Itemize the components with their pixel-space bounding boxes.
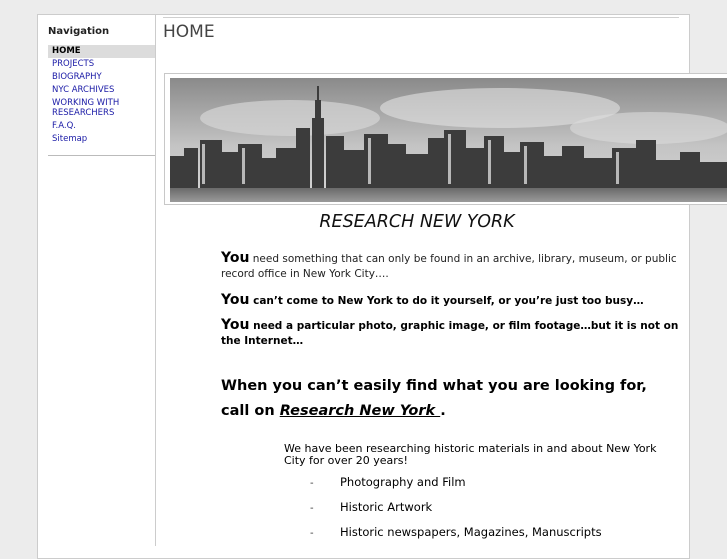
- you-item-2: You can’t come to New York to do it your…: [221, 293, 681, 309]
- sidebar: Navigation HOME PROJECTS BIOGRAPHY NYC A…: [38, 15, 156, 546]
- you-text: need something that can only be found in…: [221, 253, 677, 280]
- callout-line-2: call on Research New York .: [221, 399, 681, 424]
- service-label: Historic newspapers, Magazines, Manuscri…: [340, 525, 602, 539]
- nav-item-biography[interactable]: BIOGRAPHY: [48, 71, 155, 84]
- you-text: can’t come to New York to do it yourself…: [249, 295, 644, 307]
- page-title: HOME: [163, 22, 215, 42]
- nav-item-sitemap[interactable]: Sitemap: [48, 133, 155, 146]
- skyline-image: [170, 78, 727, 202]
- you-word: You: [221, 250, 250, 266]
- nav-item-nyc-archives[interactable]: NYC ARCHIVES: [48, 84, 155, 97]
- callout-suffix: .: [440, 403, 446, 419]
- page-headline: RESEARCH NEW YORK: [319, 212, 515, 232]
- nav-item-home[interactable]: HOME: [48, 45, 155, 58]
- nav-divider: [48, 155, 155, 156]
- services-list: - Photography and Film - Historic Artwork …: [310, 475, 602, 550]
- service-item: - Photography and Film: [310, 475, 602, 500]
- callout: When you can’t easily find what you are …: [221, 374, 681, 424]
- service-item: - Historic Artwork: [310, 500, 602, 525]
- service-label: Photography and Film: [340, 475, 466, 489]
- list-dash: -: [310, 478, 314, 489]
- header-divider: [163, 17, 679, 18]
- service-item: - Historic newspapers, Magazines, Manuscr…: [310, 525, 602, 550]
- list-dash: -: [310, 503, 314, 514]
- you-item-3: You need a particular photo, graphic ima…: [221, 318, 681, 349]
- nav-item-working-with-researchers[interactable]: WORKING WITH RESEARCHERS: [48, 97, 155, 120]
- you-word: You: [221, 317, 250, 333]
- skyline-banner: [164, 73, 727, 205]
- nav-item-faq[interactable]: F.A.Q.: [48, 120, 155, 133]
- you-text: need a particular photo, graphic image, …: [221, 320, 679, 347]
- list-dash: -: [310, 528, 314, 539]
- you-item-1: You need something that can only be foun…: [221, 251, 681, 282]
- nav-list: HOME PROJECTS BIOGRAPHY NYC ARCHIVES WOR…: [48, 45, 155, 146]
- service-label: Historic Artwork: [340, 500, 433, 514]
- nav-heading: Navigation: [48, 26, 110, 37]
- nav-item-projects[interactable]: PROJECTS: [48, 58, 155, 71]
- intro-paragraph: We have been researching historic materi…: [284, 442, 657, 467]
- research-new-york-link[interactable]: Research New York: [280, 403, 441, 419]
- you-word: You: [221, 292, 250, 308]
- callout-line-1: When you can’t easily find what you are …: [221, 378, 647, 394]
- page-container: Navigation HOME PROJECTS BIOGRAPHY NYC A…: [37, 14, 727, 559]
- callout-prefix: call on: [221, 403, 280, 419]
